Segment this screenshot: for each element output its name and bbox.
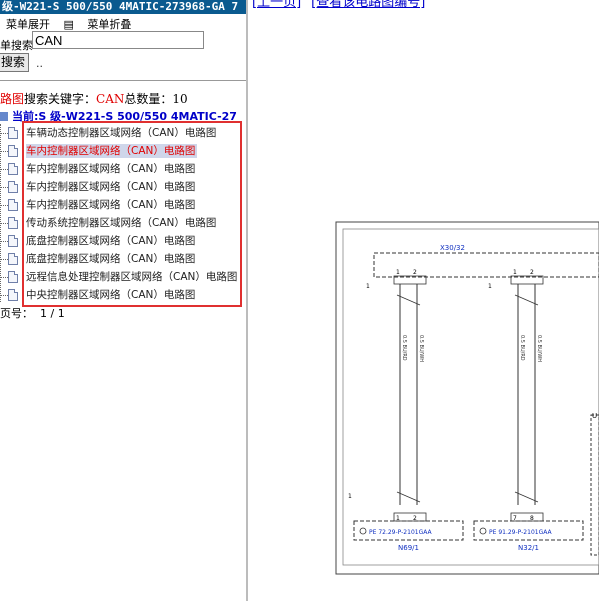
document-icon <box>8 181 18 193</box>
document-icon <box>8 271 18 283</box>
collapse-icon[interactable]: ▤ <box>64 18 74 31</box>
reference-icon <box>479 527 487 535</box>
wire-label: 0.5 BU/WH <box>536 335 542 362</box>
summary-keyword: CAN <box>96 92 125 106</box>
summary-keyword-label: 搜索关键字： <box>24 92 97 106</box>
search-input[interactable] <box>32 31 204 49</box>
parent-dots[interactable]: .. <box>36 57 43 70</box>
divider-line <box>0 80 246 81</box>
search-summary: 路图搜索关键字：CAN总数量：10 <box>0 90 188 107</box>
module-label-right: N32/1 <box>518 544 539 552</box>
summary-prefix: 路图 <box>0 92 25 106</box>
top-connector-label: X30/32 <box>440 244 465 252</box>
wire-label: 0.5 BU/RD <box>401 335 407 361</box>
pin-label: 1 <box>348 493 352 500</box>
circuit-diagram: X30/32 1 2 1 2 1 1 0.5 BU/RD 0.5 BU/WH 0… <box>335 221 599 575</box>
left-panel: 级-W221-S 500/550 4MATIC-273968-GA 7 菜单展开… <box>0 0 246 601</box>
search-button[interactable]: 搜索 <box>0 53 29 72</box>
document-icon <box>8 199 18 211</box>
highlight-box <box>22 121 242 307</box>
partial-label: U <box>592 412 597 420</box>
document-icon <box>8 145 18 157</box>
diagram-inner-frame <box>342 228 599 566</box>
diagram-viewer: [上一页] [查看该电路图编号] X30/32 1 2 1 2 1 1 0.5 B… <box>248 0 599 601</box>
pin-label: 1 <box>366 283 370 290</box>
menu-expand-button[interactable]: 菜单展开 <box>6 18 50 31</box>
pin-label: 2 <box>530 269 534 276</box>
search-label: 单搜索 <box>0 39 33 52</box>
module-ref-left[interactable]: PE 72.29-P-2101GAA <box>369 529 433 536</box>
document-icon <box>8 163 18 175</box>
document-icon <box>8 217 18 229</box>
folder-icon <box>0 112 8 121</box>
menu-collapse-button[interactable]: 菜单折叠 <box>87 18 131 31</box>
document-icon <box>8 289 18 301</box>
pin-label: 1 <box>488 283 492 290</box>
pin-label: 1 <box>396 269 400 276</box>
connector-box <box>373 252 599 278</box>
pin-label: 2 <box>413 269 417 276</box>
summary-total: 10 <box>172 92 188 106</box>
summary-total-label: 总数量： <box>124 92 173 106</box>
wire-label: 0.5 BU/WH <box>418 335 424 362</box>
page-label: 页号： <box>0 307 33 320</box>
document-icon <box>8 127 18 139</box>
page-value: 1 / 1 <box>40 307 65 320</box>
reference-icon <box>359 527 367 535</box>
document-icon <box>8 235 18 247</box>
module-ref-right[interactable]: PE 91.29-P-2101GAA <box>489 529 553 536</box>
partial-module-box <box>590 414 599 556</box>
menu-row: 菜单展开 ▤ 菜单折叠 <box>6 16 141 32</box>
document-icon <box>8 253 18 265</box>
pin-label: 1 <box>513 269 517 276</box>
wire-label: 0.5 BU/RD <box>519 335 525 361</box>
module-label-left: N69/1 <box>398 544 419 552</box>
window-title: 级-W221-S 500/550 4MATIC-273968-GA 7 <box>0 0 246 14</box>
pagination: 页号： 1 / 1 <box>0 305 65 321</box>
